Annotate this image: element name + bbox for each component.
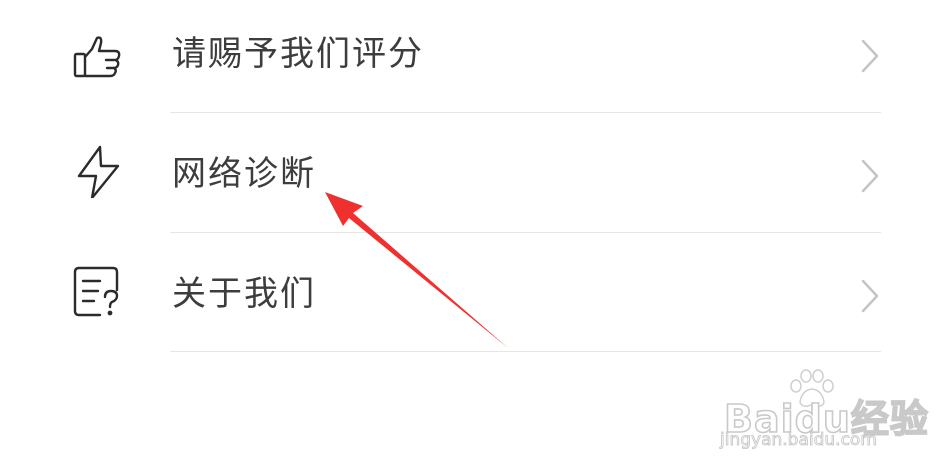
menu-item-label: 网络诊断 bbox=[172, 154, 316, 194]
chevron-right-icon bbox=[856, 158, 884, 194]
lightning-icon bbox=[72, 144, 126, 198]
menu-item-rate-us[interactable]: 请赐予我们评分 bbox=[0, 0, 941, 116]
divider bbox=[170, 351, 881, 352]
chevron-right-icon bbox=[856, 38, 884, 74]
thumbs-up-icon bbox=[70, 30, 124, 84]
divider bbox=[170, 232, 881, 233]
menu-item-label: 请赐予我们评分 bbox=[172, 34, 424, 74]
divider bbox=[170, 112, 881, 113]
menu-item-network-diagnosis[interactable]: 网络诊断 bbox=[0, 120, 941, 236]
chevron-right-icon bbox=[856, 278, 884, 314]
menu-item-about-us[interactable]: 关于我们 bbox=[0, 240, 941, 356]
watermark-url: jingyan.baidu.com bbox=[720, 430, 878, 451]
document-question-icon bbox=[70, 264, 124, 318]
watermark: Baidu经验 jingyan.baidu.com bbox=[720, 368, 929, 458]
menu-item-label: 关于我们 bbox=[172, 274, 316, 314]
